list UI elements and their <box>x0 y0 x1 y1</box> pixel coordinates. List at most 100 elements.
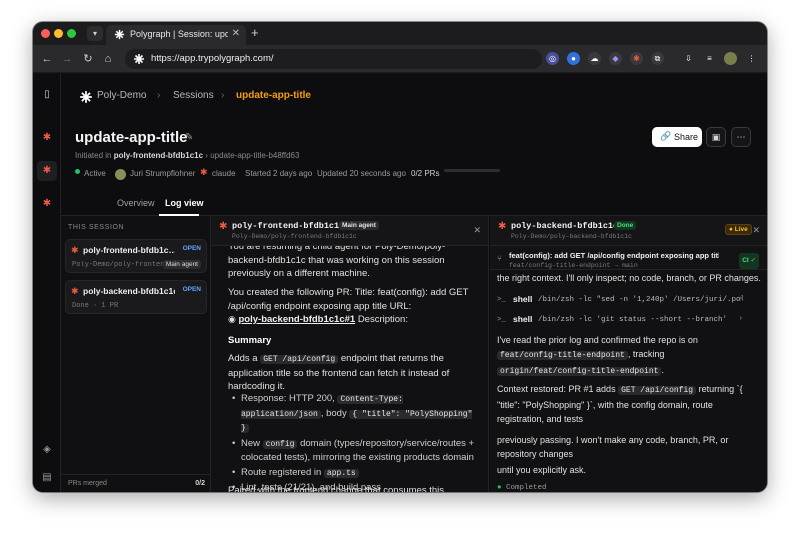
text: , body <box>320 407 347 419</box>
description-label: Description: <box>357 314 408 325</box>
shell-label: shell <box>513 314 533 324</box>
user-avatar <box>115 169 126 180</box>
text: Response: HTTP 200, <box>241 393 335 404</box>
tab-title: Polygraph | Session: updateapp <box>130 29 228 39</box>
log-paragraph: You created the following PR: Title: fea… <box>228 286 478 327</box>
agent-icon[interactable]: ✱ <box>37 194 57 214</box>
breadcrumb-current: update-app-title <box>236 90 311 101</box>
new-tab-button[interactable]: + <box>251 25 259 40</box>
pane-header: ✱ poly-frontend-bfdb1c1c Main agent Poly… <box>211 216 488 246</box>
puzzle-extension-icon[interactable]: ⧉ <box>651 52 664 65</box>
app-area: ▯ ✱ ✱ ✱ ◈ ▤ Poly-Demo › Sessions › updat… <box>33 74 767 492</box>
session-item-repo: Poly-Demo/poly-frontend… <box>72 261 166 269</box>
summary-bullets: Response: HTTP 200, Content-Type: applic… <box>228 392 478 492</box>
inline-code: GET /api/config <box>618 386 697 395</box>
share-label: Share <box>674 132 699 142</box>
reload-icon[interactable]: ↻ <box>81 52 95 66</box>
session-item-name: poly-frontend-bfdb1c… <box>83 245 175 255</box>
breadcrumb-separator: › <box>157 90 161 101</box>
agent-icon[interactable]: ✱ <box>37 161 57 181</box>
breadcrumb-separator: › <box>221 90 225 101</box>
pr-banner[interactable]: ⑂ feat(config): add GET /api/config endp… <box>490 246 767 270</box>
layers-icon[interactable]: ◈ <box>37 440 57 460</box>
ci-status-badge: CI ✓ <box>739 253 759 269</box>
breadcrumb-sessions[interactable]: Sessions <box>173 90 214 101</box>
menu-kebab-icon[interactable]: ⋮ <box>745 52 758 65</box>
download-icon[interactable]: ⇩ <box>682 52 695 65</box>
archive-button[interactable]: ▣ <box>706 127 726 147</box>
live-label: Live <box>734 226 748 233</box>
polygraph-logo-icon <box>114 29 125 40</box>
updated-time: Updated 20 seconds ago <box>317 169 406 178</box>
prs-merged-value: 0/2 <box>195 480 205 487</box>
tab-overview[interactable]: Overview <box>117 198 155 208</box>
back-icon[interactable]: ← <box>40 52 54 66</box>
polygraph-extension-icon[interactable]: ✱ <box>630 52 643 65</box>
home-icon[interactable]: ⌂ <box>101 52 115 66</box>
terminal-icon: >_ <box>497 296 507 304</box>
sessions-header: THIS SESSION <box>68 224 125 231</box>
browser-tab[interactable]: Polygraph | Session: updateapp ✕ <box>106 25 246 45</box>
arrow-separator: › <box>205 151 208 160</box>
log-paragraph: Paired with the frontend change that con… <box>228 485 444 492</box>
page-title: update-app-title <box>75 129 188 146</box>
shell-command-row[interactable]: >_ shell /bin/zsh -lc 'git status --shor… <box>497 313 761 327</box>
view-tabs: Overview Log view <box>61 194 767 216</box>
agent-icon[interactable]: ✱ <box>37 128 57 148</box>
log-paragraph: You are resuming a child agent for Poly-… <box>228 246 446 279</box>
sessions-panel: THIS SESSION ✱ poly-frontend-bfdb1c… OPE… <box>61 216 211 492</box>
close-pane-icon[interactable]: ✕ <box>752 225 760 236</box>
docs-icon[interactable]: ▤ <box>37 468 57 488</box>
list-item: New config domain (types/repository/serv… <box>228 437 478 465</box>
inline-code: config <box>262 439 298 449</box>
browser-window: ▾ Polygraph | Session: updateapp ✕ + ← →… <box>33 22 767 492</box>
prs-merged-footer: PRs merged 0/2 <box>61 474 211 492</box>
left-rail: ▯ ✱ ✱ ✱ ◈ ▤ <box>33 74 61 492</box>
link-icon: 🔗 <box>660 131 672 141</box>
session-item-name: poly-backend-bfdb1c1c <box>83 286 175 296</box>
breadcrumb-org[interactable]: Poly-Demo <box>97 90 146 101</box>
session-item[interactable]: ✱ poly-frontend-bfdb1c… OPEN Poly-Demo/p… <box>65 239 207 273</box>
shell-command-row[interactable]: >_ shell /bin/zsh -lc "sed -n '1,240p' /… <box>497 293 761 307</box>
tab-log-view[interactable]: Log view <box>165 198 204 208</box>
minimize-window-button[interactable] <box>54 29 63 38</box>
diamond-extension-icon[interactable]: ◆ <box>609 52 622 65</box>
close-pane-icon[interactable]: ✕ <box>473 225 481 236</box>
initiated-repo[interactable]: poly-frontend-bfdb1c1c <box>114 151 203 160</box>
session-item[interactable]: ✱ poly-backend-bfdb1c1c OPEN Done · 1 PR <box>65 280 207 314</box>
edit-icon[interactable]: ✎ <box>185 132 193 143</box>
address-bar[interactable]: https://app.trypolygraph.com/ <box>125 49 542 69</box>
session-origin: Initiated in poly-frontend-bfdb1c1c › up… <box>75 151 299 160</box>
maximize-window-button[interactable] <box>67 29 76 38</box>
log-content: You are resuming a child agent for Poly-… <box>211 246 488 492</box>
pr-link[interactable]: poly-backend-bfdb1c1c#1 <box>239 314 356 325</box>
cloud-extension-icon[interactable]: ☁ <box>588 52 601 65</box>
inline-code: feat/config-title-endpoint <box>497 351 628 360</box>
share-button[interactable]: 🔗 Share <box>652 127 702 147</box>
profile-avatar-icon[interactable] <box>724 52 737 65</box>
claude-icon: ✱ <box>200 167 208 177</box>
extension-icon[interactable]: ◎ <box>546 52 559 65</box>
shell-command: /bin/zsh -lc 'git status --short --branc… <box>538 316 728 324</box>
sidebar-toggle-icon[interactable]: ▯ <box>37 85 57 105</box>
github-icon: ◉ <box>228 314 236 324</box>
reading-list-icon[interactable]: ≡ <box>703 52 716 65</box>
initiated-label: Initiated in <box>75 151 112 160</box>
log-paragraph: previously passing. I won't make any cod… <box>497 435 729 459</box>
agent-icon: ✱ <box>71 245 79 255</box>
tab-search-icon[interactable]: ▾ <box>87 26 103 41</box>
started-time: Started 2 days ago <box>245 169 313 178</box>
agent-name: claude <box>212 169 236 178</box>
main-agent-tag: Main agent <box>162 260 201 269</box>
log-paragraph: until you explicitly ask. <box>497 465 587 475</box>
chevron-right-icon[interactable]: › <box>738 293 743 307</box>
tab-close-icon[interactable]: ✕ <box>232 28 240 39</box>
close-window-button[interactable] <box>41 29 50 38</box>
chevron-right-icon[interactable]: › <box>738 313 743 327</box>
extension-icon[interactable]: ● <box>567 52 580 65</box>
session-branch: update-app-title-b48ffd63 <box>210 151 300 160</box>
text: Adds a <box>228 353 258 364</box>
prs-merged-label: PRs merged <box>68 480 107 487</box>
more-options-button[interactable]: ⋯ <box>731 127 751 147</box>
forward-icon[interactable]: → <box>60 52 74 66</box>
